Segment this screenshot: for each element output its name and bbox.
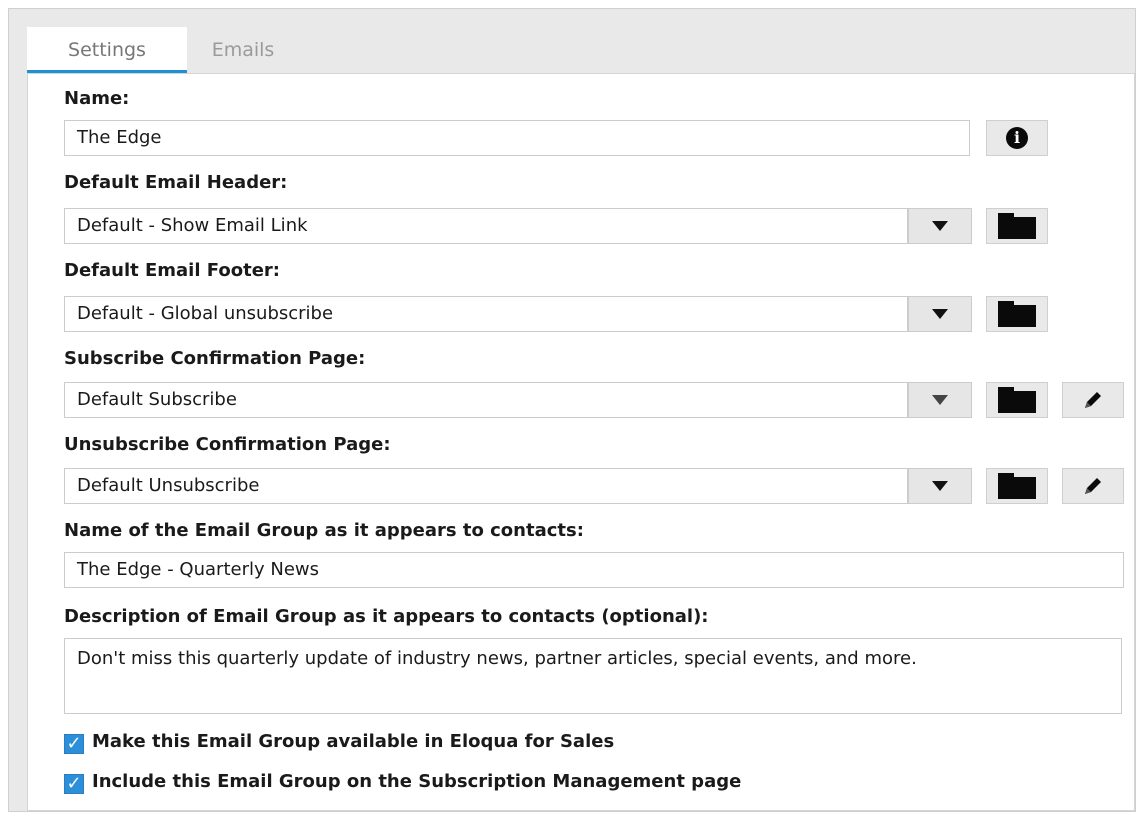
- sales-availability-checkbox[interactable]: ✓: [64, 734, 84, 754]
- subscription-management-checkbox[interactable]: ✓: [64, 774, 84, 794]
- chevron-down-icon: [932, 221, 948, 231]
- unsubscribe-page-label: Unsubscribe Confirmation Page:: [64, 434, 391, 455]
- folder-icon: [998, 473, 1036, 499]
- email-header-label: Default Email Header:: [64, 172, 288, 193]
- unsubscribe-page-browse-button[interactable]: [986, 468, 1048, 504]
- subscribe-page-browse-button[interactable]: [986, 382, 1048, 418]
- group-name-label: Name of the Email Group as it appears to…: [64, 520, 584, 541]
- chevron-down-icon: [932, 481, 948, 491]
- folder-icon: [998, 387, 1036, 413]
- subscription-management-label: Include this Email Group on the Subscrip…: [92, 771, 742, 792]
- description-textarea[interactable]: Don't miss this quarterly update of indu…: [64, 638, 1122, 714]
- description-label: Description of Email Group as it appears…: [64, 606, 709, 627]
- folder-icon: [998, 213, 1036, 239]
- email-footer-browse-button[interactable]: [986, 296, 1048, 332]
- email-footer-select[interactable]: Default - Global unsubscribe: [64, 296, 908, 332]
- subscribe-page-select[interactable]: Default Subscribe: [64, 382, 908, 418]
- unsubscribe-page-edit-button[interactable]: [1062, 468, 1124, 504]
- email-header-dropdown-button[interactable]: [908, 208, 972, 244]
- email-header-browse-button[interactable]: [986, 208, 1048, 244]
- subscribe-page-label: Subscribe Confirmation Page:: [64, 348, 366, 369]
- info-icon: i: [1006, 127, 1028, 149]
- name-input[interactable]: The Edge: [64, 120, 970, 156]
- pencil-icon: [1085, 392, 1101, 408]
- window-frame: Settings Emails Name: The Edge i Default…: [8, 8, 1136, 812]
- subscribe-page-edit-button[interactable]: [1062, 382, 1124, 418]
- tab-emails[interactable]: Emails: [203, 27, 283, 73]
- sales-availability-label: Make this Email Group available in Eloqu…: [92, 731, 615, 752]
- unsubscribe-page-select[interactable]: Default Unsubscribe: [64, 468, 908, 504]
- unsubscribe-page-dropdown-button[interactable]: [908, 468, 972, 504]
- info-button[interactable]: i: [986, 120, 1048, 156]
- chevron-down-icon: [932, 395, 948, 405]
- pencil-icon: [1085, 478, 1101, 494]
- subscribe-page-dropdown-button[interactable]: [908, 382, 972, 418]
- name-label: Name:: [64, 88, 130, 109]
- folder-icon: [998, 301, 1036, 327]
- email-footer-label: Default Email Footer:: [64, 260, 280, 281]
- chevron-down-icon: [932, 309, 948, 319]
- settings-panel: Name: The Edge i Default Email Header: D…: [27, 73, 1135, 811]
- tab-settings[interactable]: Settings: [27, 27, 187, 73]
- email-header-select[interactable]: Default - Show Email Link: [64, 208, 908, 244]
- group-name-input[interactable]: The Edge - Quarterly News: [64, 552, 1124, 588]
- email-footer-dropdown-button[interactable]: [908, 296, 972, 332]
